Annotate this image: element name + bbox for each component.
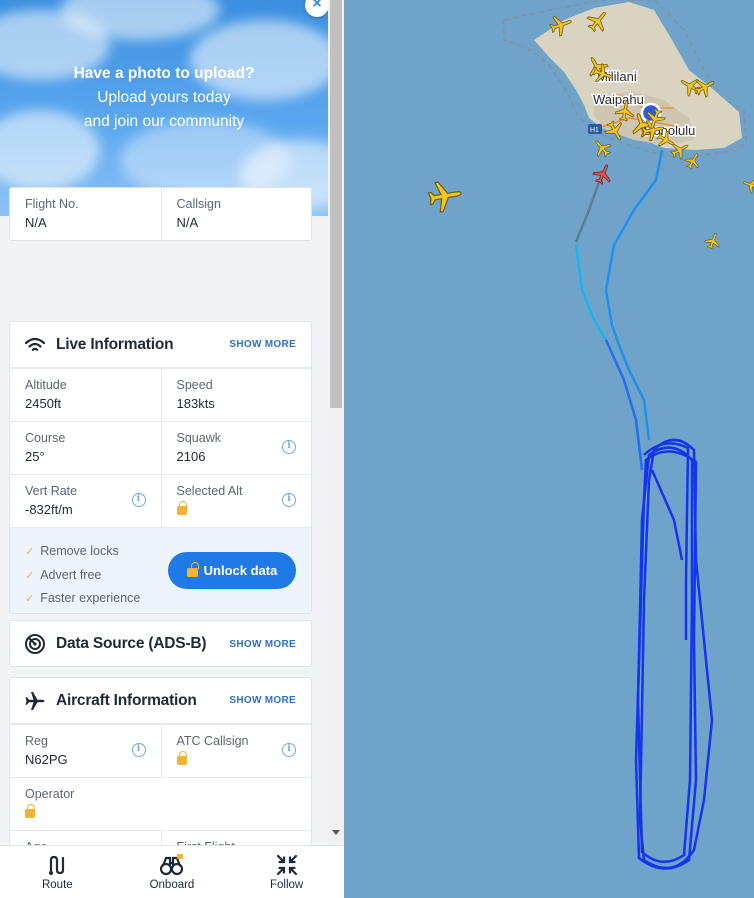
reg-cell: Reg N62PG i [10,725,161,777]
live-information-title: Live Information [56,335,174,353]
route-icon [49,855,65,875]
lock-icon [176,751,187,765]
callsign-cell: Callsign N/A [160,188,312,240]
bottom-navigation: Route Onboard Follow [0,845,344,898]
flight-id-row: Flight No. N/A Callsign N/A [10,188,311,240]
altitude-value: 2450ft [25,396,62,411]
aircraft-icon[interactable] [426,177,465,215]
selected-alt-info-icon[interactable]: i [282,493,296,507]
live-row-1: Altitude 2450ft Speed 183kts [10,368,311,421]
scrollbar-thumb[interactable] [330,0,342,408]
binoculars-icon [159,854,184,876]
nav-onboard[interactable]: Onboard [115,846,230,898]
unlock-icon [186,561,199,577]
upload-promo-text: Have a photo to upload? Upload yours tod… [0,62,328,134]
upload-promo-line2: and join our community [83,113,245,130]
callsign-label: Callsign [176,197,221,211]
live-information-card: Live Information SHOW MORE Altitude 2450… [9,321,312,614]
flight-no-value: N/A [25,215,47,230]
flight-no-cell: Flight No. N/A [10,188,161,240]
atc-callsign-cell: ATC Callsign i [160,725,312,777]
flight-track-cyan [574,243,608,341]
vert-rate-info-icon[interactable]: i [131,493,146,507]
altitude-cell: Altitude 2450ft [10,369,161,421]
aircraft-icon[interactable] [589,135,615,161]
altitude-label: Altitude [25,378,67,392]
perk-label: Advert free [40,567,102,582]
flight-info-panel: Have a photo to upload? Upload yours tod… [0,0,344,898]
photo-upload-banner[interactable]: Have a photo to upload? Upload yours tod… [0,0,328,216]
squawk-info-icon[interactable]: i [282,440,296,454]
operator-label: Operator [25,787,75,801]
perk-label: Remove locks [40,544,119,558]
data-source-title: Data Source (ADS-B) [56,635,207,652]
atc-callsign-info-icon[interactable]: i [282,743,296,757]
speed-cell: Speed 183kts [160,369,312,421]
scroll-down-arrow-icon[interactable] [332,830,340,835]
airplane-icon [25,691,45,710]
course-label: Course [25,431,66,445]
live-show-more-link[interactable]: SHOW MORE [229,339,296,350]
map-canvas[interactable]: H1 Mililani Waipahu Honolulu [344,0,754,898]
highway-label: H1 [590,127,599,134]
flight-no-label: Flight No. [25,197,79,211]
speed-value: 183kts [176,396,215,411]
live-row-3: Vert Rate -832ft/m i Selected Alt i [10,474,311,527]
unlock-data-button[interactable]: Unlock data [168,552,296,589]
unlock-promo: ✓ Remove locks ✓ Advert free ✓ Faster exper… [10,527,311,613]
flight-track-racetrack [634,438,714,870]
aircraft-information-header[interactable]: Aircraft Information SHOW MORE [10,678,311,724]
radar-icon [25,634,45,654]
aircraft-icon[interactable] [682,149,704,172]
vert-rate-cell: Vert Rate -832ft/m i [10,475,161,527]
flight-id-card: Flight No. N/A Callsign N/A [9,187,312,241]
aircraft-row-2: Operator [10,777,311,830]
check-icon: ✓ [25,569,35,582]
flight-track-grey [574,181,601,243]
data-source-header[interactable]: Data Source (ADS-B) SHOW MORE [10,621,311,667]
aircraft-information-title: Aircraft Information [56,691,197,709]
aircraft-icon[interactable] [740,174,754,196]
course-cell: Course 25° [10,422,161,474]
callsign-value: N/A [176,215,199,230]
lock-icon [25,804,35,818]
lock-icon [176,501,187,515]
nav-route[interactable]: Route [0,846,115,898]
upload-promo-line1: Upload yours today [97,89,231,106]
perk-label: Faster experience [40,591,141,605]
flight-map[interactable]: H1 Mililani Waipahu Honolulu [344,0,754,898]
panel-scrollbar[interactable] [328,0,344,845]
data-source-show-more-link[interactable]: SHOW MORE [229,639,296,650]
perk-item: ✓ Faster experience [25,587,311,611]
squawk-cell: Squawk 2106 i [160,422,312,474]
reg-info-icon[interactable]: i [131,743,146,757]
selected-alt-cell: Selected Alt i [160,475,312,527]
check-icon: ✓ [25,546,35,558]
map-label-waipahu: Waipahu [593,92,644,107]
collapse-arrows-icon [276,854,297,876]
aircraft-icon[interactable] [702,230,724,252]
aircraft-row-1: Reg N62PG i ATC Callsign i [10,724,311,777]
nav-follow[interactable]: Follow [229,846,344,898]
speed-label: Speed [176,378,213,392]
check-icon: ✓ [25,593,35,605]
nav-onboard-label: Onboard [149,879,195,891]
flight-track-descent [604,149,664,441]
nav-route-label: Route [41,879,73,891]
selected-aircraft-icon[interactable] [590,160,616,187]
aircraft-show-more-link[interactable]: SHOW MORE [229,695,296,706]
unlock-data-label: Unlock data [203,563,278,578]
wifi-icon [24,337,46,351]
course-value: 25° [25,449,45,464]
operator-cell: Operator [10,778,311,830]
live-information-header[interactable]: Live Information SHOW MORE [10,322,311,368]
data-source-card: Data Source (ADS-B) SHOW MORE [9,620,312,667]
live-row-2: Course 25° Squawk 2106 i [10,421,311,474]
nav-follow-label: Follow [269,879,304,891]
upload-promo-title: Have a photo to upload? [73,65,255,82]
